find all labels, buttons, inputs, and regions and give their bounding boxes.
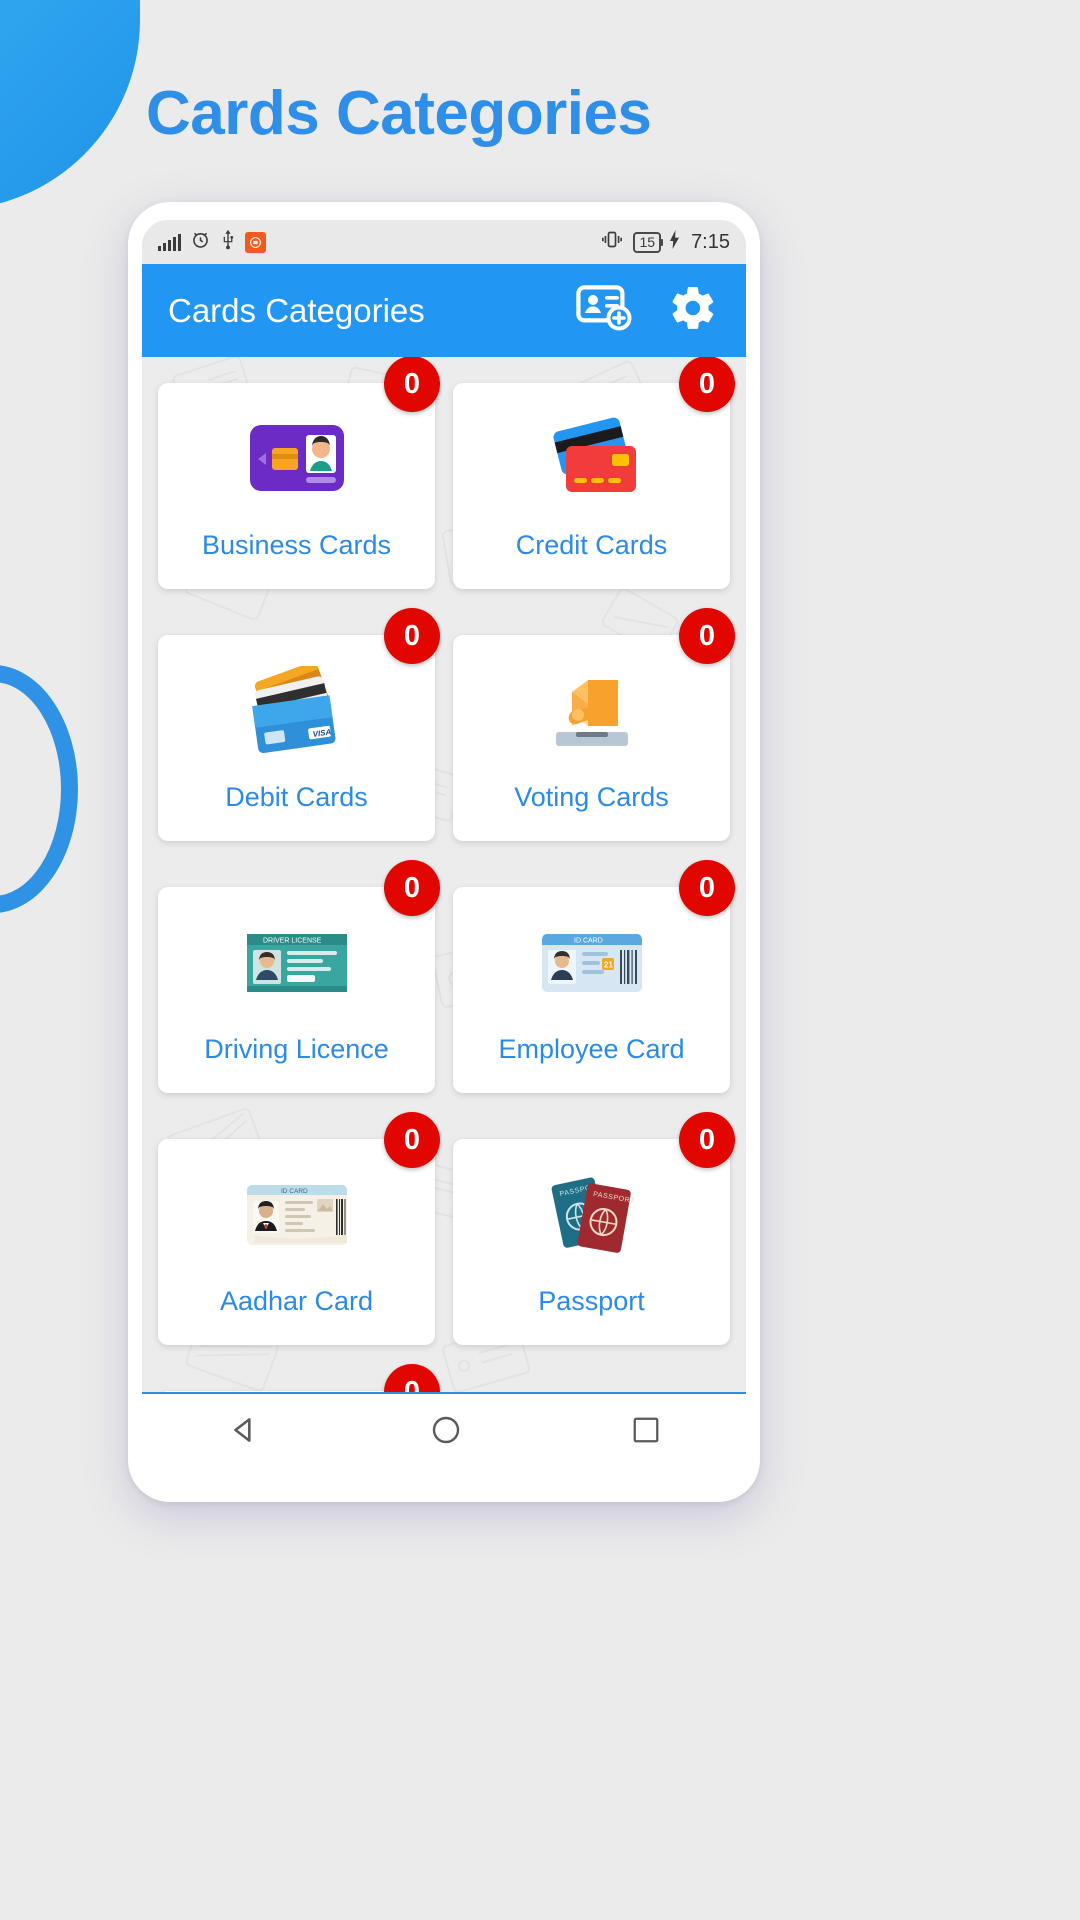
phone-screen: 15 7:15 Cards Categories 0 Business Card… [142,220,746,1466]
category-label: Aadhar Card [219,1285,374,1316]
category-card-debit-cards[interactable]: 0 VISA Debit Cards [158,608,440,841]
category-label: Voting Cards [514,781,669,812]
categories-content: 0 Business Cards 0 Credit Cards 0 VISA D… [142,357,746,1466]
status-bar: 15 7:15 [142,220,746,264]
aadhar-card-icon: ID CARD [232,1164,362,1268]
status-badge: 0 [679,608,735,664]
status-badge: 0 [679,1112,735,1168]
category-label: Driving Licence [204,1033,389,1064]
home-nav-icon[interactable] [430,1414,462,1446]
category-card-credit-cards[interactable]: 0 Credit Cards [453,357,735,589]
status-badge: 0 [384,860,440,916]
svg-text:21: 21 [604,960,613,969]
category-card-passport[interactable]: 0 PASSPORT PASSPORT Passport [453,1112,735,1345]
category-card-driving-licence[interactable]: 0 DRIVER LICENSE Driving Licence [158,860,440,1093]
categories-grid: 0 Business Cards 0 Credit Cards 0 VISA D… [142,357,746,1466]
battery-indicator: 15 [633,231,663,253]
debit-card-icon: VISA [232,660,362,764]
charging-bolt-icon [670,229,680,255]
driving-licence-icon: DRIVER LICENSE [232,912,362,1016]
system-nav-bar [142,1392,746,1466]
category-label: Credit Cards [515,529,668,560]
vibrate-icon [600,229,624,256]
gear-icon[interactable] [668,283,718,338]
back-nav-icon[interactable] [227,1413,261,1447]
status-badge: 0 [384,1112,440,1168]
alarm-clock-icon [190,229,211,256]
category-card-aadhar-card[interactable]: 0 ID CARD Aadhar Card [158,1112,440,1345]
category-label: Passport [538,1285,645,1316]
status-badge: 0 [679,357,735,412]
signal-bars-icon [158,233,181,251]
category-label: Business Cards [201,529,392,560]
usb-icon [220,229,236,256]
decorative-corner-shape [0,0,140,210]
svg-text:ID CARD: ID CARD [281,1187,308,1194]
status-badge: 0 [679,860,735,916]
category-card-employee-card[interactable]: 0 ID CARD 21 Employee Card [453,860,735,1093]
voting-card-icon [527,660,657,764]
phone-mockup: 15 7:15 Cards Categories 0 Business Card… [128,202,760,1502]
passport-icon: PASSPORT PASSPORT [527,1164,657,1268]
status-bar-clock: 7:15 [691,230,730,253]
category-label: Employee Card [498,1033,685,1064]
category-label: Debit Cards [225,781,368,812]
business-card-icon [232,408,362,512]
status-badge: 0 [384,608,440,664]
page-title: Cards Categories [146,79,652,148]
svg-text:ID CARD: ID CARD [574,937,603,944]
credit-card-icon [527,408,657,512]
mi-app-icon [245,231,266,253]
app-bar-title: Cards Categories [168,291,425,329]
decorative-ring-shape [0,665,78,913]
status-badge: 0 [384,357,440,412]
svg-text:DRIVER LICENSE: DRIVER LICENSE [263,937,322,944]
add-card-icon[interactable] [576,285,632,336]
category-card-voting-cards[interactable]: 0 Voting Cards [453,608,735,841]
recents-nav-icon[interactable] [631,1415,661,1445]
category-card-business-cards[interactable]: 0 Business Cards [158,357,440,589]
app-bar: Cards Categories [142,264,746,357]
employee-card-icon: ID CARD 21 [527,912,657,1016]
